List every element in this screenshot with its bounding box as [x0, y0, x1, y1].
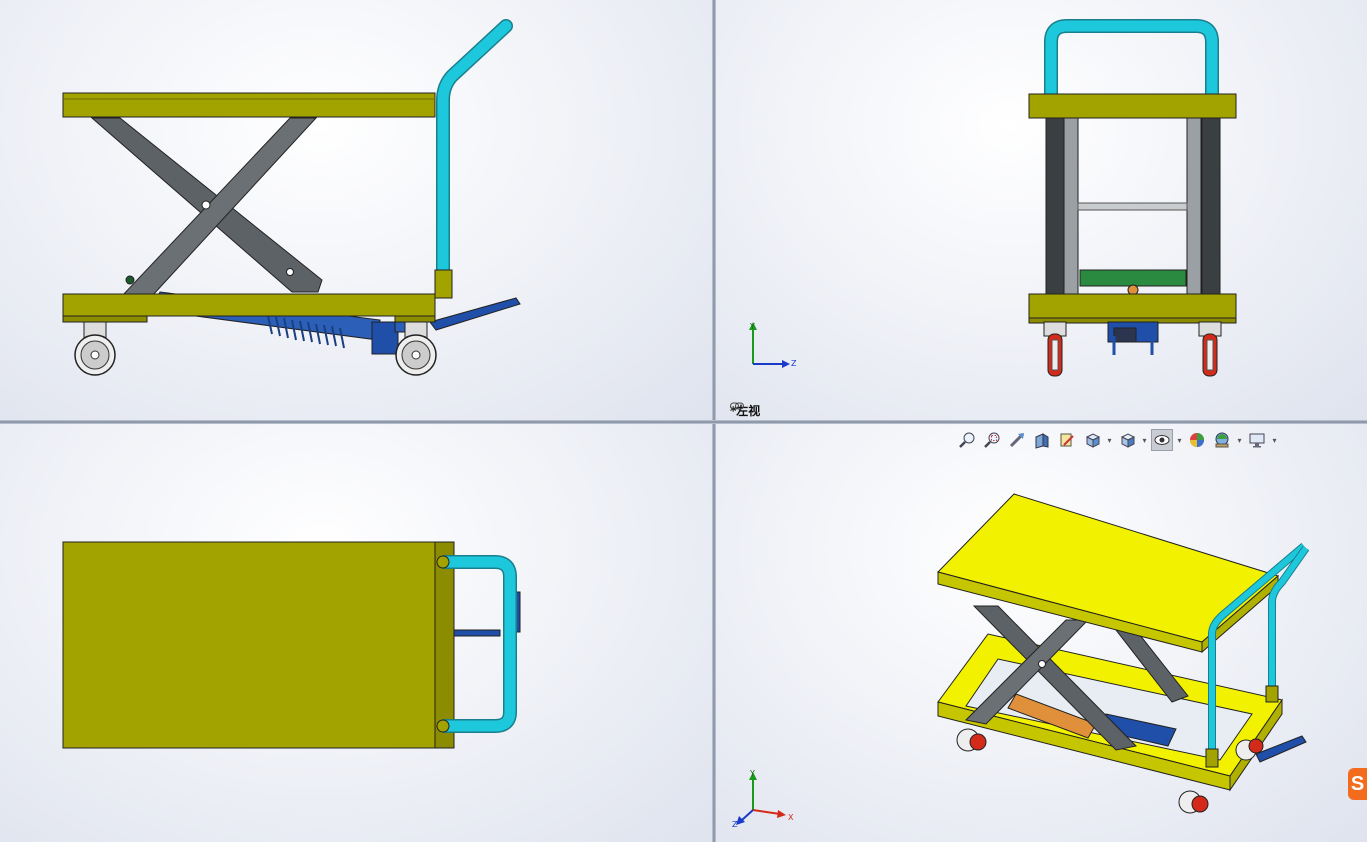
base-side: [1028, 293, 1237, 319]
svg-text:Z: Z: [791, 359, 797, 368]
platform-top: [62, 541, 436, 749]
zoom-to-area-icon[interactable]: [981, 429, 1003, 451]
front-view-model: [62, 19, 521, 376]
axis-triad-left: Y Z: [749, 322, 797, 368]
edit-appearance-icon[interactable]: [1186, 429, 1208, 451]
pump-body: [371, 321, 399, 355]
app-badge[interactable]: S: [1348, 768, 1367, 800]
viewport-front[interactable]: [0, 0, 712, 420]
viewport-top[interactable]: [0, 424, 712, 842]
svg-text:X: X: [788, 813, 794, 822]
foot-pedal: [429, 297, 521, 331]
link-icon: [730, 402, 744, 410]
wheel-left: [74, 321, 116, 376]
display-style-dropdown[interactable]: ▾: [1141, 429, 1148, 451]
cross-bar: [1077, 202, 1188, 211]
section-view-icon[interactable]: [1031, 429, 1053, 451]
wheel-iso-1: [956, 728, 987, 752]
view-orientation-dropdown[interactable]: ▾: [1106, 429, 1113, 451]
svg-text:Z: Z: [732, 820, 738, 828]
hide-show-items-icon[interactable]: [1151, 429, 1173, 451]
heads-up-view-toolbar: ▾ ▾ ▾ ▾ ▾: [956, 428, 1278, 452]
viewport-iso[interactable]: Y X Z: [716, 424, 1367, 842]
divider-horizontal[interactable]: [0, 420, 1367, 424]
view-settings-icon[interactable]: [1246, 429, 1268, 451]
view-name-label: *左视: [730, 402, 760, 419]
cylinder-green: [1079, 269, 1187, 287]
base-frame: [62, 293, 436, 317]
viewport-left[interactable]: Y Z *左视: [716, 0, 1367, 420]
wheel-right-side: [1198, 321, 1222, 377]
axis-triad-iso: Y X Z: [732, 769, 794, 828]
handle-loop: [1045, 20, 1218, 95]
left-view-model: [1028, 19, 1237, 377]
view-orientation-icon[interactable]: [1081, 429, 1103, 451]
top-platform-side: [1028, 93, 1237, 119]
svg-text:Y: Y: [749, 322, 755, 331]
wheel-left-side: [1043, 321, 1067, 377]
apply-scene-icon[interactable]: [1211, 429, 1233, 451]
zoom-to-fit-icon[interactable]: [956, 429, 978, 451]
scissor-pivot: [201, 200, 211, 210]
iso-view-model: [937, 493, 1310, 814]
previous-view-icon[interactable]: [1006, 429, 1028, 451]
dynamic-annotation-icon[interactable]: [1056, 429, 1078, 451]
top-platform: [62, 92, 436, 118]
hide-show-items-dropdown[interactable]: ▾: [1176, 429, 1183, 451]
wheel-iso-2: [1178, 790, 1209, 814]
display-style-icon[interactable]: [1116, 429, 1138, 451]
view-settings-dropdown[interactable]: ▾: [1271, 429, 1278, 451]
top-view-model: [62, 541, 521, 749]
svg-text:Y: Y: [749, 769, 755, 778]
apply-scene-dropdown[interactable]: ▾: [1236, 429, 1243, 451]
